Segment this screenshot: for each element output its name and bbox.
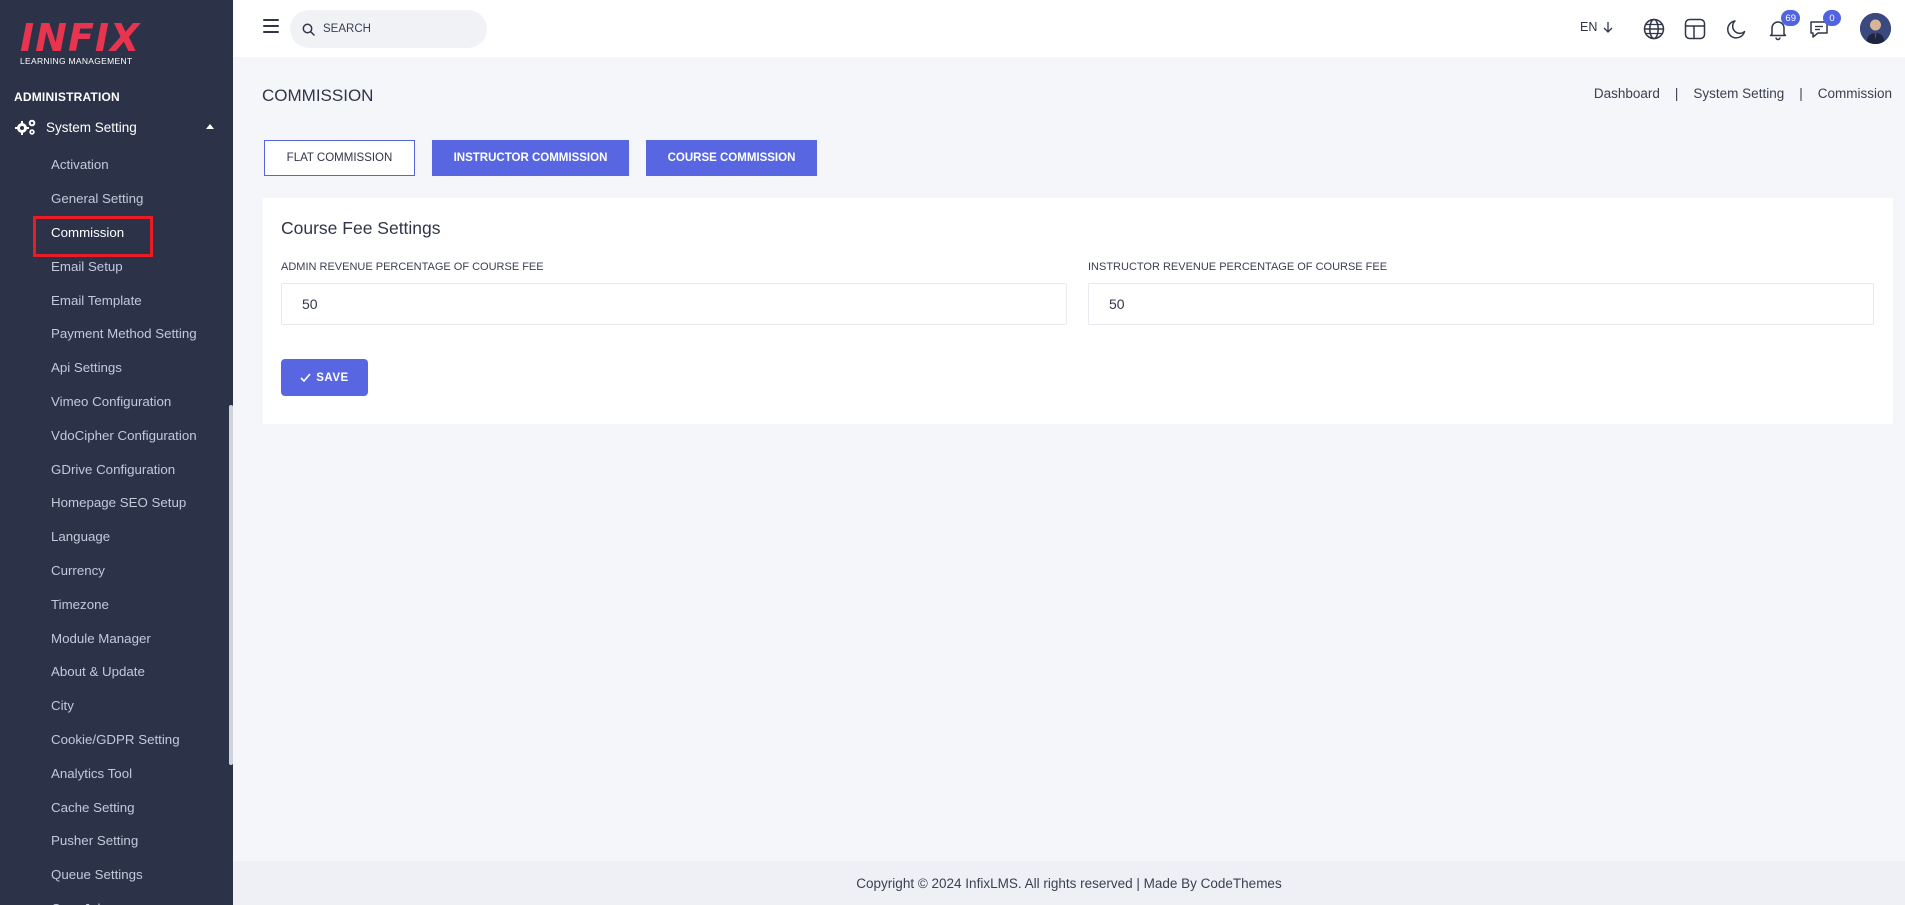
tab-flat-commission[interactable]: FLAT COMMISSION xyxy=(264,140,415,176)
sidebar-item-about-update[interactable]: About & Update xyxy=(0,655,230,689)
sidebar-item-general-setting[interactable]: General Setting xyxy=(0,182,230,216)
logo-text: INFIX xyxy=(20,16,141,60)
sidebar-item-queue-settings[interactable]: Queue Settings xyxy=(0,858,230,892)
instructor-revenue-input[interactable]: 50 xyxy=(1088,283,1874,325)
card-title: Course Fee Settings xyxy=(281,218,441,238)
sidebar-item-language[interactable]: Language xyxy=(0,520,230,554)
caret-up-icon xyxy=(206,124,214,129)
sidebar-scrollbar[interactable] xyxy=(229,405,233,765)
instructor-revenue-label: INSTRUCTOR REVENUE PERCENTAGE OF COURSE … xyxy=(1088,261,1388,273)
tab-course-commission[interactable]: COURSE COMMISSION xyxy=(646,140,817,176)
section-title: ADMINISTRATION xyxy=(14,90,120,104)
layout-icon[interactable] xyxy=(1683,17,1707,41)
sidebar-item-cache-setting[interactable]: Cache Setting xyxy=(0,790,230,824)
sidebar-item-vimeo-configuration[interactable]: Vimeo Configuration xyxy=(0,385,230,419)
sidebar-item-cookie-gdpr-setting[interactable]: Cookie/GDPR Setting xyxy=(0,723,230,757)
sidebar-item-city[interactable]: City xyxy=(0,689,230,723)
breadcrumb-separator: | xyxy=(1674,86,1679,101)
system-setting-submenu: Activation General Setting Commission Em… xyxy=(0,148,230,905)
search-box[interactable] xyxy=(290,10,487,48)
avatar[interactable] xyxy=(1860,13,1891,44)
sidebar-item-vdocipher-configuration[interactable]: VdoCipher Configuration xyxy=(0,418,230,452)
page-title: COMMISSION xyxy=(262,86,374,105)
sidebar-item-module-manager[interactable]: Module Manager xyxy=(0,621,230,655)
logo-subtitle: LEARNING MANAGEMENT xyxy=(20,56,133,66)
breadcrumb: Dashboard | System Setting | Commission xyxy=(1594,86,1892,101)
admin-revenue-label: ADMIN REVENUE PERCENTAGE OF COURSE FEE xyxy=(281,261,544,273)
messages-button[interactable]: 0 xyxy=(1807,10,1841,41)
sidebar-item-commission[interactable]: Commission xyxy=(0,215,230,257)
breadcrumb-separator: | xyxy=(1799,86,1803,101)
notifications-badge: 69 xyxy=(1781,10,1800,26)
breadcrumb-dashboard[interactable]: Dashboard xyxy=(1594,86,1660,101)
admin-revenue-input[interactable]: 50 xyxy=(281,283,1067,325)
save-button[interactable]: SAVE xyxy=(281,359,368,396)
course-fee-settings-card: Course Fee Settings ADMIN REVENUE PERCEN… xyxy=(263,198,1893,424)
search-icon xyxy=(302,23,315,36)
sidebar-item-activation[interactable]: Activation xyxy=(0,148,230,182)
save-label: SAVE xyxy=(316,371,349,384)
breadcrumb-system-setting[interactable]: System Setting xyxy=(1693,86,1784,101)
arrow-down-icon xyxy=(1603,22,1613,33)
sidebar-item-pusher-setting[interactable]: Pusher Setting xyxy=(0,824,230,858)
user-avatar-icon xyxy=(1860,13,1891,44)
gears-icon xyxy=(15,119,36,135)
globe-icon[interactable] xyxy=(1642,17,1666,41)
menu-toggle-icon[interactable] xyxy=(263,19,279,33)
commission-tabs: FLAT COMMISSION INSTRUCTOR COMMISSION CO… xyxy=(264,140,834,176)
sidebar-item-homepage-seo-setup[interactable]: Homepage SEO Setup xyxy=(0,486,230,520)
check-icon xyxy=(300,373,311,382)
language-selector[interactable]: EN xyxy=(1580,20,1613,34)
sidebar-item-analytics-tool[interactable]: Analytics Tool xyxy=(0,756,230,790)
sidebar-item-email-setup[interactable]: Email Setup xyxy=(0,249,230,283)
footer: Copyright © 2024 InfixLMS. All rights re… xyxy=(233,861,1905,905)
sidebar-item-timezone[interactable]: Timezone xyxy=(0,587,230,621)
menu-system-setting-label: System Setting xyxy=(46,119,137,135)
sidebar-item-payment-method-setting[interactable]: Payment Method Setting xyxy=(0,317,230,351)
messages-badge: 0 xyxy=(1823,10,1841,26)
language-code: EN xyxy=(1580,20,1598,34)
notifications-button[interactable]: 69 xyxy=(1766,10,1800,41)
sidebar: INFIX LEARNING MANAGEMENT ADMINISTRATION… xyxy=(0,0,233,905)
topbar: EN 69 0 xyxy=(233,0,1905,57)
moon-icon[interactable] xyxy=(1725,17,1749,41)
menu-system-setting[interactable]: System Setting xyxy=(14,116,214,138)
sidebar-item-currency[interactable]: Currency xyxy=(0,554,230,588)
sidebar-item-cron-job[interactable]: Cron Job xyxy=(0,892,230,905)
copyright-text: Copyright © 2024 InfixLMS. All rights re… xyxy=(856,875,1282,891)
tab-instructor-commission[interactable]: INSTRUCTOR COMMISSION xyxy=(432,140,629,176)
sidebar-item-email-template[interactable]: Email Template xyxy=(0,283,230,317)
sidebar-item-api-settings[interactable]: Api Settings xyxy=(0,351,230,385)
search-input[interactable] xyxy=(323,23,473,35)
logo[interactable]: INFIX LEARNING MANAGEMENT xyxy=(20,18,140,66)
breadcrumb-commission: Commission xyxy=(1817,86,1892,101)
sidebar-item-gdrive-configuration[interactable]: GDrive Configuration xyxy=(0,452,230,486)
